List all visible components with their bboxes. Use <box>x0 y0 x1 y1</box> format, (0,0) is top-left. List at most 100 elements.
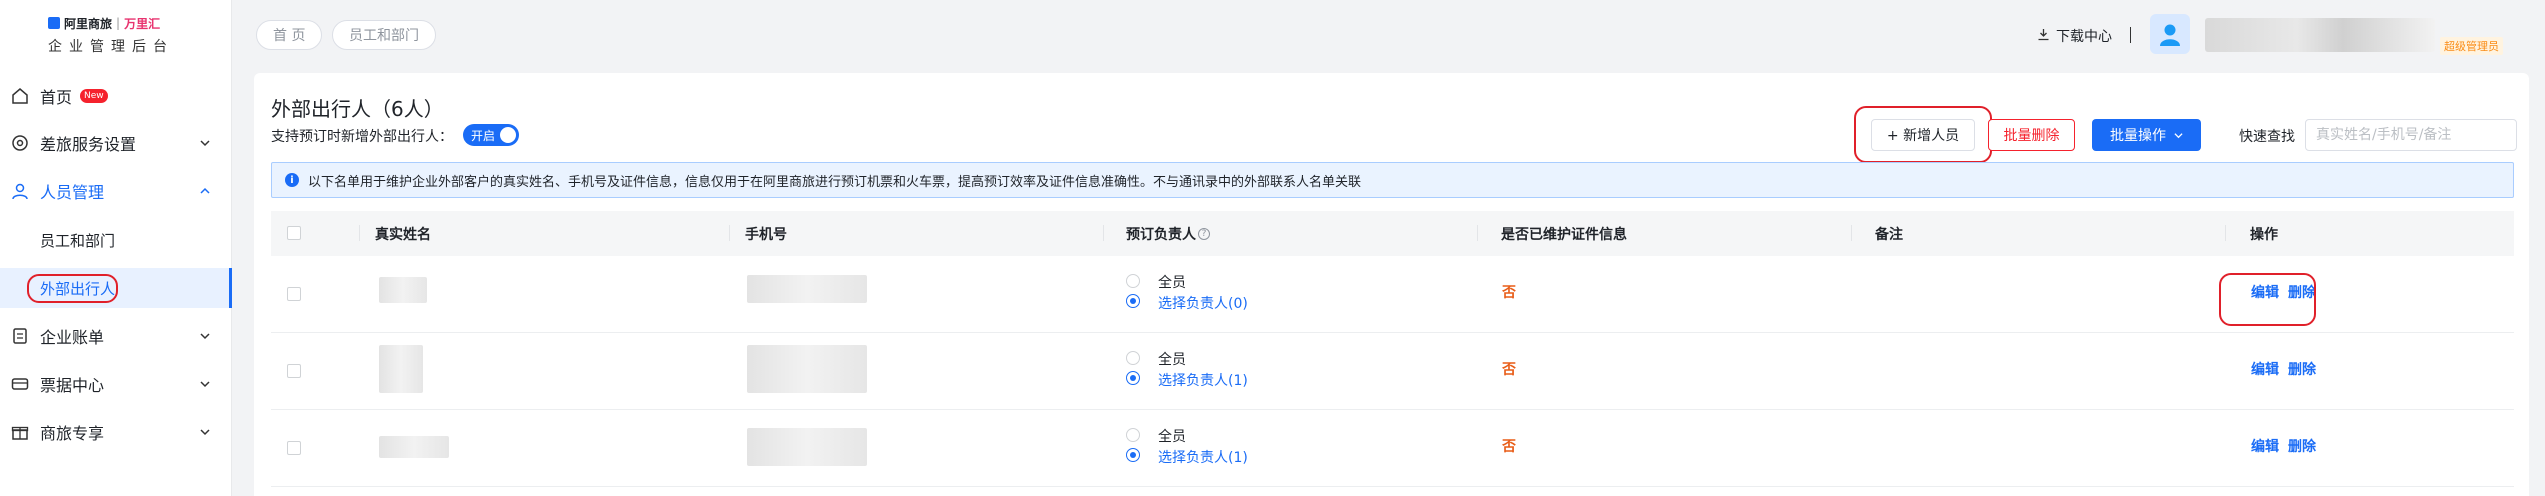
row-checkbox[interactable] <box>287 287 301 301</box>
quick-search-label: 快速查找 <box>2239 129 2295 145</box>
header-actions: 操作 <box>2250 226 2278 243</box>
chevron-down-icon <box>198 377 212 391</box>
edit-link[interactable]: 编辑 <box>2251 359 2279 379</box>
table-header: 真实姓名 手机号 预订负责人 ? 是否已维护证件信息 备注 操作 <box>271 211 2514 256</box>
sidebar-item-label: 员工和部门 <box>40 231 116 250</box>
sidebar-item-invoices[interactable]: 票据中心 <box>0 364 232 404</box>
download-label: 下载中心 <box>2056 29 2112 45</box>
allow-add-label: 支持预订时新增外部出行人： <box>271 129 453 145</box>
row-checkbox[interactable] <box>287 364 301 378</box>
toggle-knob <box>500 127 516 143</box>
select-owner-link[interactable]: 选择负责人(1) <box>1158 370 1248 390</box>
main-card: 外部出行人（6人） 支持预订时新增外部出行人： 开启 + 新增人员 批量删除 批… <box>254 73 2529 496</box>
name-redacted <box>379 277 427 303</box>
header-real-name: 真实姓名 <box>375 226 431 243</box>
select-owner-link[interactable]: 选择负责人(1) <box>1158 447 1248 467</box>
sidebar-item-home[interactable]: 首页 New <box>0 76 232 116</box>
option-all: 全员 <box>1158 275 1186 291</box>
home-icon <box>10 86 30 106</box>
row-checkbox[interactable] <box>287 441 301 455</box>
delete-link[interactable]: 删除 <box>2288 359 2316 379</box>
chevron-down-icon <box>2174 131 2183 140</box>
radio-all[interactable] <box>1126 428 1140 442</box>
download-icon <box>2037 28 2050 45</box>
new-badge: New <box>80 89 108 103</box>
toggle-label: 开启 <box>471 129 496 143</box>
option-all: 全员 <box>1158 352 1186 368</box>
top-bar <box>232 0 2545 70</box>
chevron-down-icon <box>198 425 212 439</box>
column-divider <box>1477 225 1478 241</box>
radio-select-owner[interactable] <box>1126 448 1140 462</box>
batch-delete-button[interactable]: 批量删除 <box>1988 119 2075 151</box>
settings-icon <box>10 133 30 153</box>
gift-icon <box>10 422 30 442</box>
phone-redacted <box>747 345 867 393</box>
delete-link[interactable]: 删除 <box>2288 436 2316 456</box>
chevron-down-icon <box>198 329 212 343</box>
sidebar-item-travel-settings[interactable]: 差旅服务设置 <box>0 123 232 163</box>
breadcrumb-home[interactable]: 首 页 <box>256 20 323 50</box>
header-id-maintained: 是否已维护证件信息 <box>1501 226 1627 243</box>
sidebar-item-label: 票据中心 <box>40 376 105 395</box>
id-maintained-value: 否 <box>1502 362 1516 378</box>
highlight-ring <box>27 274 118 303</box>
sidebar-item-label: 企业账单 <box>40 328 105 347</box>
sidebar-item-label: 商旅专享 <box>40 424 105 443</box>
logo-separator: | <box>116 16 121 30</box>
bill-icon <box>10 326 30 346</box>
table-row: 全员 选择负责人(1) 否 编辑 删除 <box>271 410 2514 487</box>
logo: 阿里商旅 | 万里汇 企业管理后台 <box>48 14 188 56</box>
edit-link[interactable]: 编辑 <box>2251 436 2279 456</box>
sidebar-item-label: 差旅服务设置 <box>40 135 137 154</box>
search-input[interactable] <box>2305 119 2517 151</box>
phone-redacted <box>747 428 867 466</box>
user-name-redacted <box>2205 18 2435 52</box>
breadcrumb-employees[interactable]: 员工和部门 <box>332 20 436 50</box>
info-notice: i 以下名单用于维护企业外部客户的真实姓名、手机号及证件信息，信息仅用于在阿里商… <box>271 162 2514 198</box>
column-divider <box>729 225 730 241</box>
id-maintained-value: 否 <box>1502 285 1516 301</box>
sidebar-item-people[interactable]: 人员管理 <box>0 171 232 211</box>
booking-owner-label: 预订负责人 <box>1126 226 1196 243</box>
highlight-ring <box>2219 273 2316 326</box>
radio-select-owner[interactable] <box>1126 294 1140 308</box>
user-icon <box>10 181 30 201</box>
sidebar-item-billing[interactable]: 企业账单 <box>0 316 232 356</box>
select-all-checkbox[interactable] <box>287 226 301 240</box>
sidebar-item-label: 人员管理 <box>40 183 105 202</box>
allow-add-toggle[interactable]: 开启 <box>463 124 519 146</box>
radio-all[interactable] <box>1126 351 1140 365</box>
chevron-up-icon <box>198 184 212 198</box>
radio-select-owner[interactable] <box>1126 371 1140 385</box>
radio-all[interactable] <box>1126 274 1140 288</box>
sidebar: 阿里商旅 | 万里汇 企业管理后台 首页 New 差旅服务设置 人员管理 员工和… <box>0 0 232 496</box>
avatar[interactable] <box>2150 14 2190 54</box>
logo-subtitle: 企业管理后台 <box>48 39 174 55</box>
chevron-down-icon <box>198 136 212 150</box>
download-center-link[interactable]: 下载中心 <box>2037 26 2112 46</box>
batch-operations-label: 批量操作 <box>2110 128 2166 144</box>
phone-redacted <box>747 275 867 303</box>
help-icon[interactable]: ? <box>1198 227 1210 240</box>
select-owner-link[interactable]: 选择负责人(0) <box>1158 293 1248 313</box>
add-person-button[interactable]: + 新增人员 <box>1871 119 1975 151</box>
sidebar-item-employees[interactable]: 员工和部门 <box>0 220 232 260</box>
column-divider <box>359 225 360 241</box>
column-divider <box>1103 225 1104 241</box>
role-badge: 超级管理员 <box>2440 37 2503 55</box>
header-divider <box>2130 27 2131 43</box>
logo-brand2: 万里汇 <box>124 16 161 31</box>
header-phone: 手机号 <box>745 226 787 243</box>
info-icon: i <box>285 173 299 187</box>
logo-icon <box>48 17 60 29</box>
ticket-icon <box>10 374 30 394</box>
batch-operations-button[interactable]: 批量操作 <box>2092 119 2201 151</box>
column-divider <box>1851 225 1852 241</box>
table-row: 全员 选择负责人(0) 否 编辑 删除 <box>271 256 2514 333</box>
name-redacted <box>379 345 423 393</box>
page-title: 外部出行人（6人） <box>271 97 444 121</box>
header-remark: 备注 <box>1875 226 1903 243</box>
sidebar-item-exclusive[interactable]: 商旅专享 <box>0 412 232 452</box>
notice-text: 以下名单用于维护企业外部客户的真实姓名、手机号及证件信息，信息仅用于在阿里商旅进… <box>308 174 1362 190</box>
